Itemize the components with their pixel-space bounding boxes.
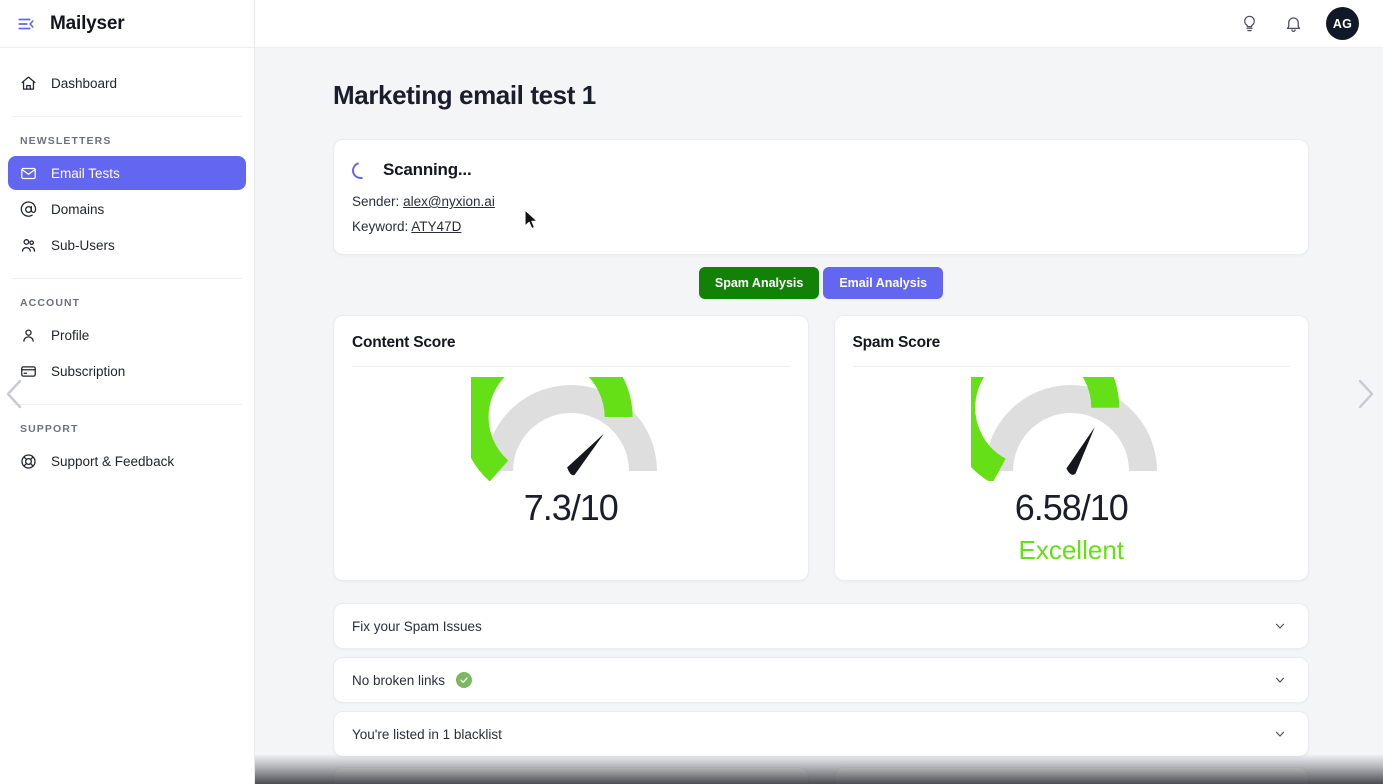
- chevron-left-icon[interactable]: [2, 374, 28, 414]
- sidebar-item-label: Sub-Users: [51, 238, 115, 253]
- mail-icon: [20, 165, 37, 182]
- sidebar-item-label: Support & Feedback: [51, 454, 174, 469]
- sidebar-group-newsletters-label: NEWSLETTERS: [8, 117, 246, 156]
- user-icon: [20, 327, 37, 344]
- chevron-down-icon[interactable]: [1272, 726, 1288, 742]
- card-divider: [352, 366, 790, 367]
- sidebar-item-label: Email Tests: [51, 166, 120, 181]
- spam-score-value: 6.58/10: [1015, 487, 1128, 529]
- lifebuoy-icon: [20, 453, 37, 470]
- sidebar-header: Mailyser: [0, 0, 254, 48]
- scan-sender-label: Sender:: [352, 194, 399, 209]
- accordion-label: No broken links: [352, 673, 445, 688]
- content-score-gauge-wrap: 7.3/10: [352, 373, 790, 529]
- bottom-card-left[interactable]: [333, 767, 809, 784]
- main-region: AG Marketing email test 1 Scanning... Se…: [255, 0, 1383, 784]
- app-root: Mailyser Dashboard NEWSLETTERS: [0, 0, 1383, 784]
- spam-score-rating: Excellent: [1019, 535, 1125, 566]
- page-title: Marketing email test 1: [333, 80, 1309, 111]
- sidebar-item-dashboard[interactable]: Dashboard: [8, 66, 246, 100]
- sidebar-item-domains[interactable]: Domains: [8, 192, 246, 226]
- sidebar-item-email-tests[interactable]: Email Tests: [8, 156, 246, 190]
- users-icon: [20, 237, 37, 254]
- scan-keyword-value[interactable]: ATY47D: [411, 219, 461, 234]
- spam-score-card: Spam Score 6.58/10 Excellent: [834, 315, 1310, 581]
- score-cards: Content Score 7.3/10: [333, 315, 1309, 581]
- accordion-fix-spam-issues[interactable]: Fix your Spam Issues: [333, 603, 1309, 649]
- accordion-no-broken-links[interactable]: No broken links: [333, 657, 1309, 703]
- home-icon: [20, 75, 37, 92]
- sidebar-item-label: Dashboard: [51, 76, 117, 91]
- sidebar-collapse-icon[interactable]: [16, 14, 36, 34]
- spam-score-gauge: [971, 377, 1171, 481]
- sidebar-item-sub-users[interactable]: Sub-Users: [8, 228, 246, 262]
- issue-accordions: Fix your Spam Issues No broken links: [333, 603, 1309, 757]
- content-score-card: Content Score 7.3/10: [333, 315, 809, 581]
- brand-name: Mailyser: [50, 13, 124, 35]
- sidebar-item-support-feedback[interactable]: Support & Feedback: [8, 444, 246, 478]
- spam-analysis-button[interactable]: Spam Analysis: [699, 267, 819, 299]
- accordion-label: Fix your Spam Issues: [352, 619, 482, 634]
- accordion-left: Fix your Spam Issues: [352, 619, 482, 634]
- scan-keyword-row: Keyword: ATY47D: [352, 219, 1290, 234]
- sidebar: Mailyser Dashboard NEWSLETTERS: [0, 0, 255, 784]
- lightbulb-icon[interactable]: [1238, 13, 1260, 35]
- loading-spinner-icon: [349, 158, 372, 181]
- scan-keyword-label: Keyword:: [352, 219, 408, 234]
- check-circle-icon: [456, 672, 472, 688]
- content-score-gauge: [471, 377, 671, 481]
- sidebar-group-support-label: SUPPORT: [8, 405, 246, 444]
- avatar[interactable]: AG: [1326, 7, 1359, 40]
- chevron-down-icon[interactable]: [1272, 618, 1288, 634]
- scan-sender-value[interactable]: alex@nyxion.ai: [403, 194, 495, 209]
- at-sign-icon: [20, 201, 37, 218]
- scan-sender-row: Sender: alex@nyxion.ai: [352, 194, 1290, 209]
- chevron-right-icon[interactable]: [1352, 374, 1378, 414]
- page-content: Marketing email test 1 Scanning... Sende…: [255, 48, 1383, 784]
- email-analysis-button[interactable]: Email Analysis: [823, 267, 943, 299]
- bottom-card-right[interactable]: [834, 767, 1310, 784]
- sidebar-item-profile[interactable]: Profile: [8, 318, 246, 352]
- scan-status-header: Scanning...: [352, 160, 1290, 180]
- topbar: AG: [255, 0, 1383, 48]
- chevron-down-icon[interactable]: [1272, 672, 1288, 688]
- sidebar-item-subscription[interactable]: Subscription: [8, 354, 246, 388]
- card-divider: [853, 366, 1291, 367]
- accordion-label: You're listed in 1 blacklist: [352, 727, 502, 742]
- sidebar-group-account-label: ACCOUNT: [8, 279, 246, 318]
- accordion-blacklist[interactable]: You're listed in 1 blacklist: [333, 711, 1309, 757]
- accordion-left: No broken links: [352, 672, 472, 688]
- sidebar-item-label: Domains: [51, 202, 104, 217]
- sidebar-item-label: Profile: [51, 328, 89, 343]
- content-score-value: 7.3/10: [524, 487, 618, 529]
- bottom-partial-cards: [333, 767, 1309, 784]
- content-score-title: Content Score: [352, 334, 790, 366]
- analysis-actions: Spam Analysis Email Analysis: [333, 267, 1309, 299]
- accordion-left: You're listed in 1 blacklist: [352, 727, 502, 742]
- scan-status-card: Scanning... Sender: alex@nyxion.ai Keywo…: [333, 139, 1309, 255]
- sidebar-item-label: Subscription: [51, 364, 125, 379]
- scan-status-text: Scanning...: [383, 160, 471, 180]
- spam-score-title: Spam Score: [853, 334, 1291, 366]
- spam-score-gauge-wrap: 6.58/10 Excellent: [853, 373, 1291, 566]
- bell-icon[interactable]: [1282, 13, 1304, 35]
- sidebar-nav: Dashboard NEWSLETTERS Email Tests: [0, 48, 254, 784]
